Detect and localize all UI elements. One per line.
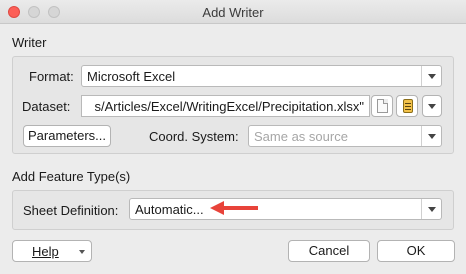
format-value: Microsoft Excel	[87, 69, 176, 84]
format-label: Format:	[29, 69, 74, 84]
help-button[interactable]: Help	[12, 240, 92, 262]
feature-type-section-label: Add Feature Type(s)	[12, 169, 131, 184]
sheet-definition-value: Automatic...	[135, 202, 204, 217]
help-label: Help	[32, 244, 59, 259]
sheet-definition-select[interactable]: Automatic...	[129, 198, 442, 220]
dataset-tools-button[interactable]	[396, 95, 418, 117]
window-title: Add Writer	[202, 5, 264, 20]
parameters-button[interactable]: Parameters...	[23, 125, 111, 147]
writer-section-label: Writer	[12, 35, 47, 50]
dataset-options-dropdown[interactable]	[422, 95, 442, 117]
coord-system-label: Coord. System:	[149, 129, 239, 144]
format-select[interactable]: Microsoft Excel	[81, 65, 442, 87]
sheet-definition-label: Sheet Definition:	[23, 203, 119, 218]
chevron-down-icon	[421, 199, 441, 219]
dataset-label: Dataset:	[22, 99, 71, 114]
cancel-button[interactable]: Cancel	[288, 240, 370, 262]
chevron-down-icon	[79, 250, 85, 254]
title-bar: Add Writer	[0, 0, 466, 24]
browse-file-button[interactable]	[371, 95, 393, 117]
ok-button[interactable]: OK	[377, 240, 455, 262]
coord-system-value: Same as source	[254, 129, 348, 144]
database-icon	[403, 99, 413, 113]
dataset-value: s/Articles/Excel/WritingExcel/Precipitat…	[94, 99, 364, 114]
chevron-down-icon	[421, 66, 441, 86]
coord-system-select[interactable]: Same as source	[248, 125, 442, 147]
document-icon	[377, 99, 388, 113]
chevron-down-icon	[421, 126, 441, 146]
red-arrow-annotation-icon	[210, 201, 258, 215]
dataset-input[interactable]: s/Articles/Excel/WritingExcel/Precipitat…	[81, 95, 370, 117]
add-writer-dialog: Add Writer Writer Format: Microsoft Exce…	[0, 0, 466, 274]
writer-group: Format: Microsoft Excel Dataset: s/Artic…	[12, 56, 454, 154]
